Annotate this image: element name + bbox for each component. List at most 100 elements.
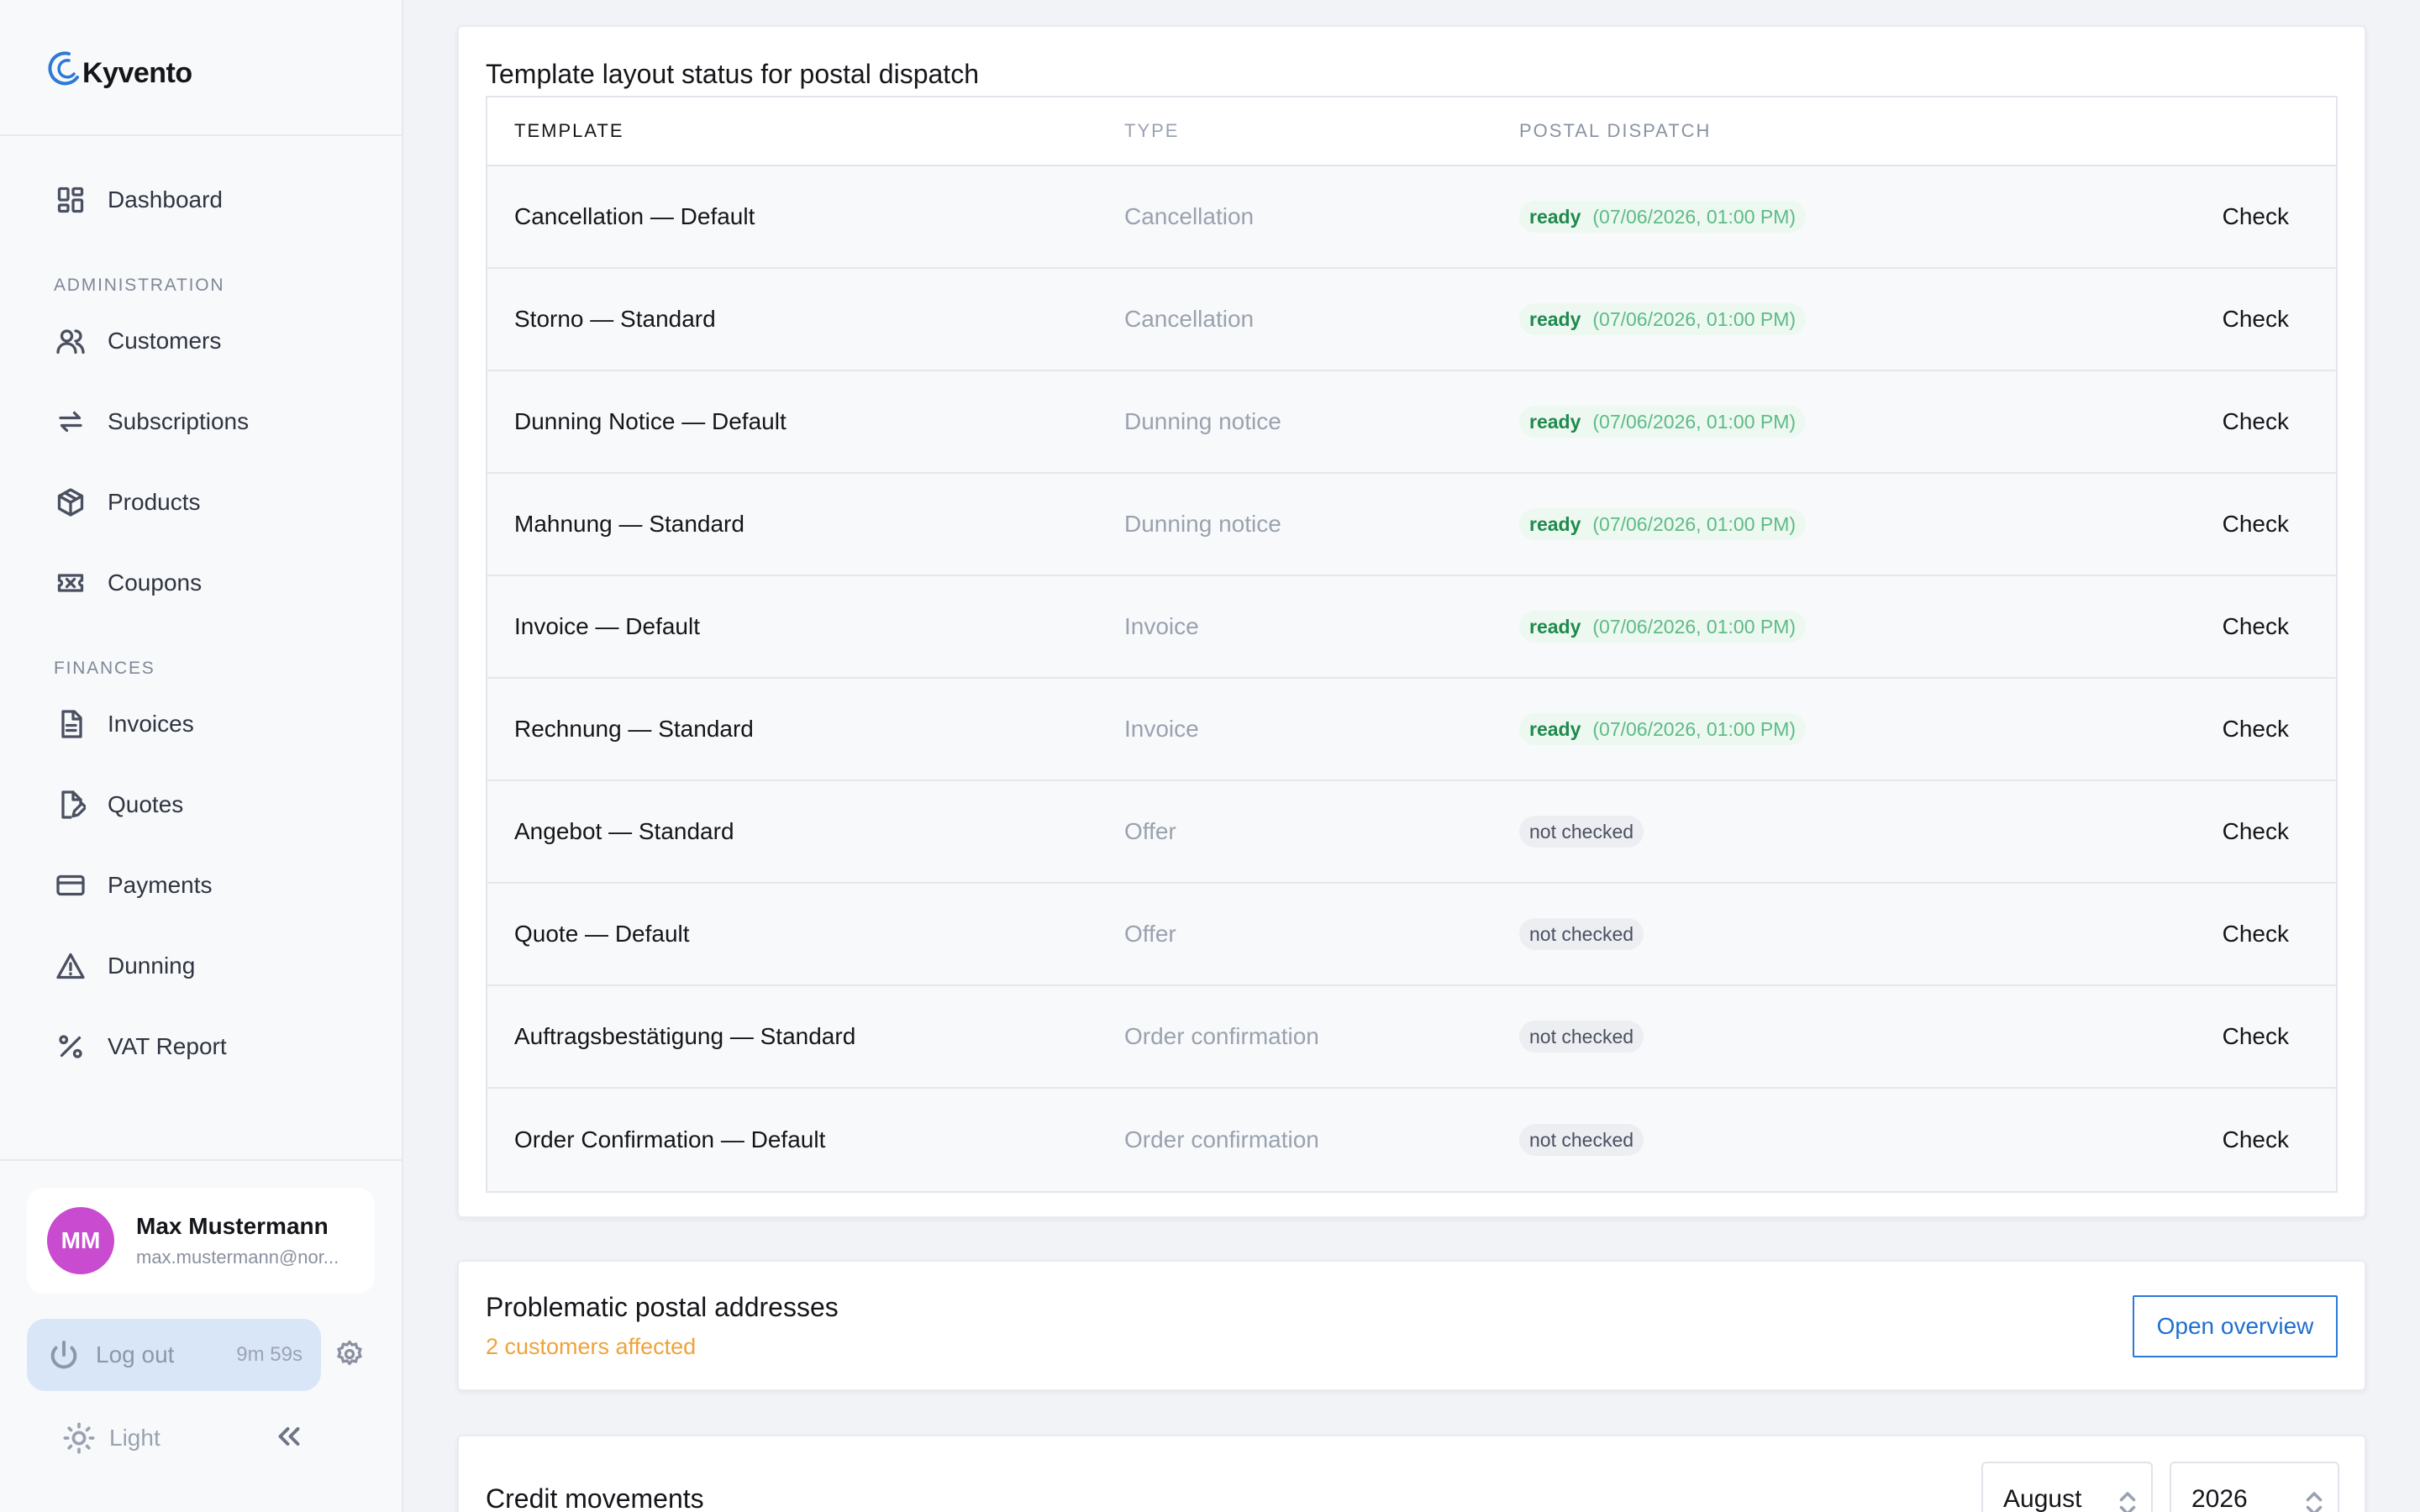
table-row: Mahnung — Standard Dunning notice ready (07… (487, 474, 2336, 576)
postal-addresses-title: Problematic postal addresses (486, 1292, 839, 1322)
template-status-table: TEMPLATE TYPE POSTAL DISPATCH Cancellati… (486, 96, 2338, 1193)
check-button[interactable]: Check (2191, 921, 2336, 948)
template-name: Angebot — Standard (514, 818, 734, 844)
sidebar-item-customers[interactable]: Customers (0, 301, 402, 381)
check-button[interactable]: Check (2191, 613, 2336, 640)
sidebar-item-coupons[interactable]: Coupons (0, 543, 402, 623)
theme-toggle[interactable]: Light (62, 1413, 160, 1463)
status-label: ready (1529, 205, 1581, 228)
year-select-value: 2026 (2191, 1485, 2248, 1512)
status-label: ready (1529, 307, 1581, 330)
status-badge: ready (07/06/2026, 01:00 PM) (1519, 406, 1807, 438)
check-button[interactable]: Check (2191, 1023, 2336, 1050)
warning-icon (54, 949, 87, 983)
main-content: Template layout status for postal dispat… (403, 0, 2420, 1512)
gear-icon (337, 1340, 362, 1366)
postal-dispatch-status: not checked (1519, 1124, 2191, 1156)
month-select[interactable]: August (1981, 1462, 2153, 1512)
status-badge: not checked (1519, 918, 1644, 950)
template-name: Quote — Default (514, 921, 690, 947)
section-label-finances: FINANCES (54, 659, 155, 678)
check-button[interactable]: Check (2191, 203, 2336, 230)
status-badge: ready (07/06/2026, 01:00 PM) (1519, 713, 1807, 745)
user-email: max.mustermann@nor... (136, 1247, 339, 1268)
sidebar-item-dunning[interactable]: Dunning (0, 926, 402, 1006)
sidebar-item-dashboard[interactable]: Dashboard (0, 160, 402, 240)
status-badge: ready (07/06/2026, 01:00 PM) (1519, 303, 1807, 335)
check-button[interactable]: Check (2191, 1126, 2336, 1153)
template-type: Order confirmation (1124, 1023, 1319, 1049)
template-type: Dunning notice (1124, 408, 1281, 434)
table-row: Rechnung — Standard Invoice ready (07/06/20… (487, 679, 2336, 781)
postal-dispatch-status: ready (07/06/2026, 01:00 PM) (1519, 611, 2191, 643)
collapse-sidebar-button[interactable] (274, 1421, 308, 1455)
table-row: Invoice — Default Invoice ready (07/06/2026… (487, 576, 2336, 679)
template-name: Auftragsbestätigung — Standard (514, 1023, 856, 1049)
year-select[interactable]: 2026 (2170, 1462, 2339, 1512)
sidebar-item-label: Coupons (108, 570, 203, 596)
column-header-postal-dispatch: POSTAL DISPATCH (1519, 120, 1712, 141)
sidebar-item-label: Dunning (108, 953, 196, 979)
dashboard-icon (54, 183, 87, 217)
repeat-icon (54, 405, 87, 438)
template-type: Cancellation (1124, 203, 1255, 229)
chevrons-left-icon (278, 1427, 300, 1446)
template-type: Offer (1124, 921, 1176, 947)
check-button[interactable]: Check (2191, 716, 2336, 743)
theme-label: Light (109, 1425, 160, 1451)
sidebar-item-subscriptions[interactable]: Subscriptions (0, 381, 402, 462)
logout-label: Log out (96, 1341, 175, 1368)
user-name: Max Mustermann (136, 1213, 329, 1239)
template-type: Offer (1124, 818, 1176, 844)
table-row: Quote — Default Offer not checked Check (487, 884, 2336, 986)
table-row: Dunning Notice — Default Dunning notice re… (487, 371, 2336, 474)
avatar: MM (47, 1207, 114, 1274)
table-row: Order Confirmation — Default Order confir… (487, 1089, 2336, 1191)
check-button[interactable]: Check (2191, 306, 2336, 333)
users-icon (54, 324, 87, 358)
sidebar-item-label: Dashboard (108, 186, 223, 213)
sidebar-item-vat-report[interactable]: VAT Report (0, 1006, 402, 1087)
check-button[interactable]: Check (2191, 818, 2336, 845)
status-timestamp: (07/06/2026, 01:00 PM) (1592, 410, 1797, 433)
sidebar-item-label: Customers (108, 328, 222, 354)
postal-dispatch-status: not checked (1519, 1021, 2191, 1053)
template-name: Cancellation — Default (514, 203, 755, 229)
sidebar-item-label: VAT Report (108, 1033, 227, 1059)
template-name: Rechnung — Standard (514, 716, 754, 742)
template-name: Dunning Notice — Default (514, 408, 786, 434)
sidebar-item-quotes[interactable]: Quotes (0, 764, 402, 845)
template-status-title: Template layout status for postal dispat… (486, 59, 979, 89)
sidebar: Kyvento Dashboard ADMINISTRATION Custome… (0, 0, 403, 1512)
document-icon (54, 707, 87, 741)
sidebar-item-payments[interactable]: Payments (0, 845, 402, 926)
credit-card-icon (54, 869, 87, 902)
sidebar-item-invoices[interactable]: Invoices (0, 684, 402, 764)
sidebar-footer: MM Max Mustermann max.mustermann@nor... … (0, 1159, 402, 1512)
postal-dispatch-status: ready (07/06/2026, 01:00 PM) (1519, 508, 2191, 540)
sun-icon (63, 1422, 95, 1454)
check-button[interactable]: Check (2191, 511, 2336, 538)
status-timestamp: (07/06/2026, 01:00 PM) (1592, 205, 1797, 228)
check-button[interactable]: Check (2191, 408, 2336, 435)
open-overview-button[interactable]: Open overview (2133, 1295, 2338, 1357)
sidebar-item-label: Subscriptions (108, 408, 250, 434)
postal-dispatch-status: ready (07/06/2026, 01:00 PM) (1519, 406, 2191, 438)
sidebar-item-label: Payments (108, 872, 213, 898)
logout-button[interactable]: Log out 9m 59s (27, 1319, 321, 1391)
settings-button[interactable] (334, 1339, 368, 1373)
status-badge: ready (07/06/2026, 01:00 PM) (1519, 201, 1807, 233)
sidebar-nav: Dashboard ADMINISTRATION Customers Subsc… (0, 136, 402, 1087)
postal-dispatch-status: ready (07/06/2026, 01:00 PM) (1519, 201, 2191, 233)
table-row: Storno — Standard Cancellation ready (07/06… (487, 269, 2336, 371)
chevron-up-down-icon (2306, 1492, 2323, 1512)
status-timestamp: (07/06/2026, 01:00 PM) (1592, 717, 1797, 740)
template-type: Invoice (1124, 613, 1199, 639)
percent-icon (54, 1030, 87, 1063)
brand-logo[interactable]: Kyvento (0, 0, 402, 136)
postal-addresses-card: Problematic postal addresses 2 customers… (457, 1260, 2366, 1391)
sidebar-item-products[interactable]: Products (0, 462, 402, 543)
sidebar-item-label: Products (108, 489, 201, 515)
user-card[interactable]: MM Max Mustermann max.mustermann@nor... (27, 1188, 375, 1294)
postal-dispatch-status: ready (07/06/2026, 01:00 PM) (1519, 713, 2191, 745)
